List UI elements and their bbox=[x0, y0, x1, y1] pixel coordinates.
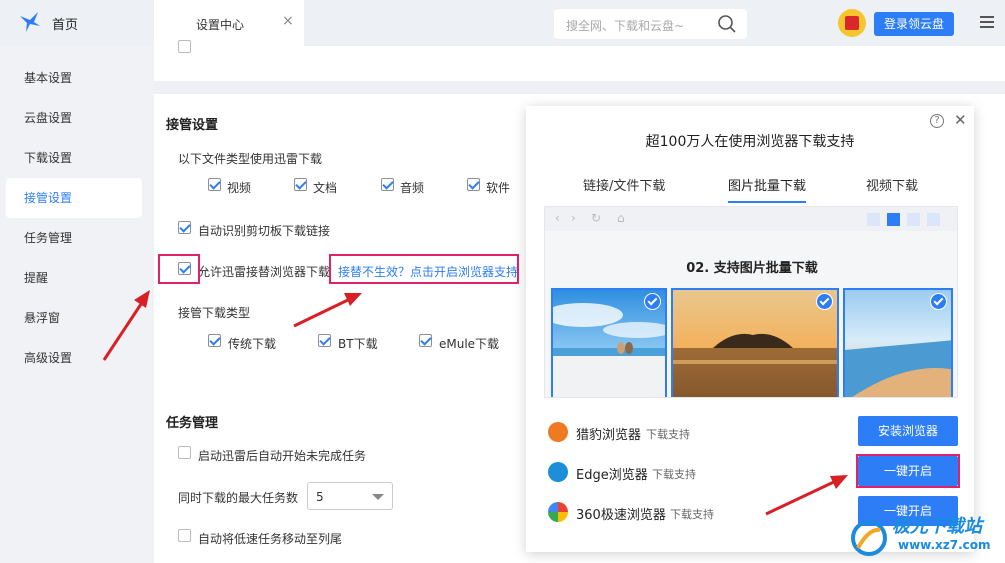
watermark-title: 极光下载站 bbox=[892, 516, 982, 537]
watermark-url: www.xz7.com bbox=[898, 538, 991, 552]
annotation-arrows bbox=[102, 290, 848, 516]
arrow-icon bbox=[765, 475, 848, 516]
watermark-logo-icon bbox=[851, 520, 887, 556]
watermark: 极光下载站 www.xz7.com bbox=[850, 510, 1005, 563]
arrow-icon bbox=[293, 293, 362, 328]
arrow-icon bbox=[102, 290, 150, 361]
